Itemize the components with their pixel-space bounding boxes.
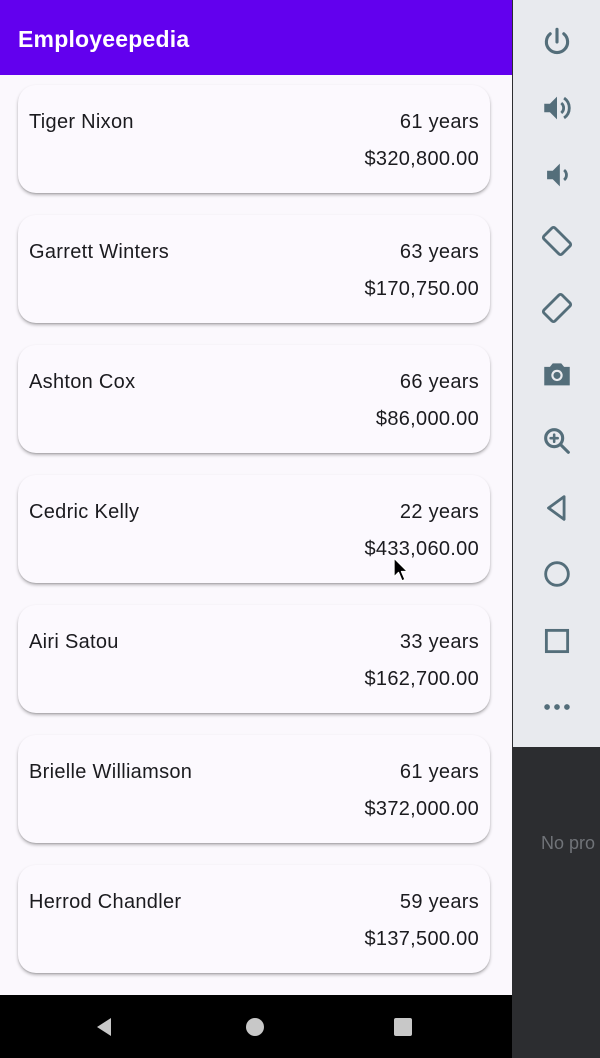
employee-card[interactable]: Brielle Williamson 61 years $372,000.00 <box>18 735 490 843</box>
camera-icon[interactable] <box>539 356 575 392</box>
volume-up-icon[interactable] <box>539 90 575 126</box>
employee-name: Herrod Chandler <box>29 891 182 913</box>
employee-card[interactable]: Garrett Winters 63 years $170,750.00 <box>18 215 490 323</box>
employee-salary: $320,800.00 <box>364 148 479 170</box>
employee-name: Airi Satou <box>29 631 119 653</box>
employee-name: Tiger Nixon <box>29 111 134 133</box>
emulator-toolbar <box>513 0 600 747</box>
more-icon[interactable] <box>539 689 575 725</box>
rotate-left-icon[interactable] <box>539 223 575 259</box>
overview-icon[interactable] <box>539 623 575 659</box>
ide-panel: No pro <box>513 747 600 1058</box>
phone-screen: Employeepedia Tiger Nixon 61 years $320,… <box>0 0 512 1058</box>
employee-salary: $170,750.00 <box>364 278 479 300</box>
nav-recents-icon[interactable] <box>391 1015 415 1039</box>
employee-card[interactable]: Tiger Nixon 61 years $320,800.00 <box>18 85 490 193</box>
app-title: Employeepedia <box>18 26 190 52</box>
employee-salary: $372,000.00 <box>364 798 479 820</box>
ide-status-text: No pro <box>541 833 596 853</box>
app-bar: Employeepedia <box>0 0 512 75</box>
employee-name: Brielle Williamson <box>29 761 193 783</box>
employee-age: 61 years <box>399 111 479 133</box>
employee-list[interactable]: Tiger Nixon 61 years $320,800.00 Garrett… <box>0 75 512 995</box>
employee-card[interactable]: Airi Satou 33 years $162,700.00 <box>18 605 490 713</box>
employee-age: 66 years <box>399 371 479 393</box>
zoom-icon[interactable] <box>539 423 575 459</box>
employee-card[interactable]: Cedric Kelly 22 years $433,060.00 <box>18 475 490 583</box>
home-icon[interactable] <box>539 556 575 592</box>
back-icon[interactable] <box>539 490 575 526</box>
nav-back-icon[interactable] <box>93 1015 117 1039</box>
employee-age: 33 years <box>399 631 479 653</box>
nav-home-icon[interactable] <box>243 1015 267 1039</box>
employee-card[interactable]: Ashton Cox 66 years $86,000.00 <box>18 345 490 453</box>
employee-age: 59 years <box>399 891 479 913</box>
employee-age: 61 years <box>399 761 479 783</box>
employee-salary: $137,500.00 <box>364 928 479 950</box>
volume-down-icon[interactable] <box>539 157 575 193</box>
employee-salary: $162,700.00 <box>364 668 479 690</box>
employee-name: Ashton Cox <box>29 371 136 393</box>
mouse-cursor-icon <box>393 557 409 582</box>
employee-name: Garrett Winters <box>29 241 170 263</box>
employee-age: 63 years <box>399 241 479 263</box>
employee-age: 22 years <box>399 501 479 523</box>
employee-name: Cedric Kelly <box>29 501 140 523</box>
emulator-window: Employeepedia Tiger Nixon 61 years $320,… <box>0 0 600 1058</box>
power-icon[interactable] <box>539 24 575 60</box>
employee-salary: $86,000.00 <box>375 408 479 430</box>
employee-card[interactable]: Herrod Chandler 59 years $137,500.00 <box>18 865 490 973</box>
employee-salary: $433,060.00 <box>364 538 479 560</box>
system-nav-bar <box>0 995 512 1058</box>
rotate-right-icon[interactable] <box>539 290 575 326</box>
